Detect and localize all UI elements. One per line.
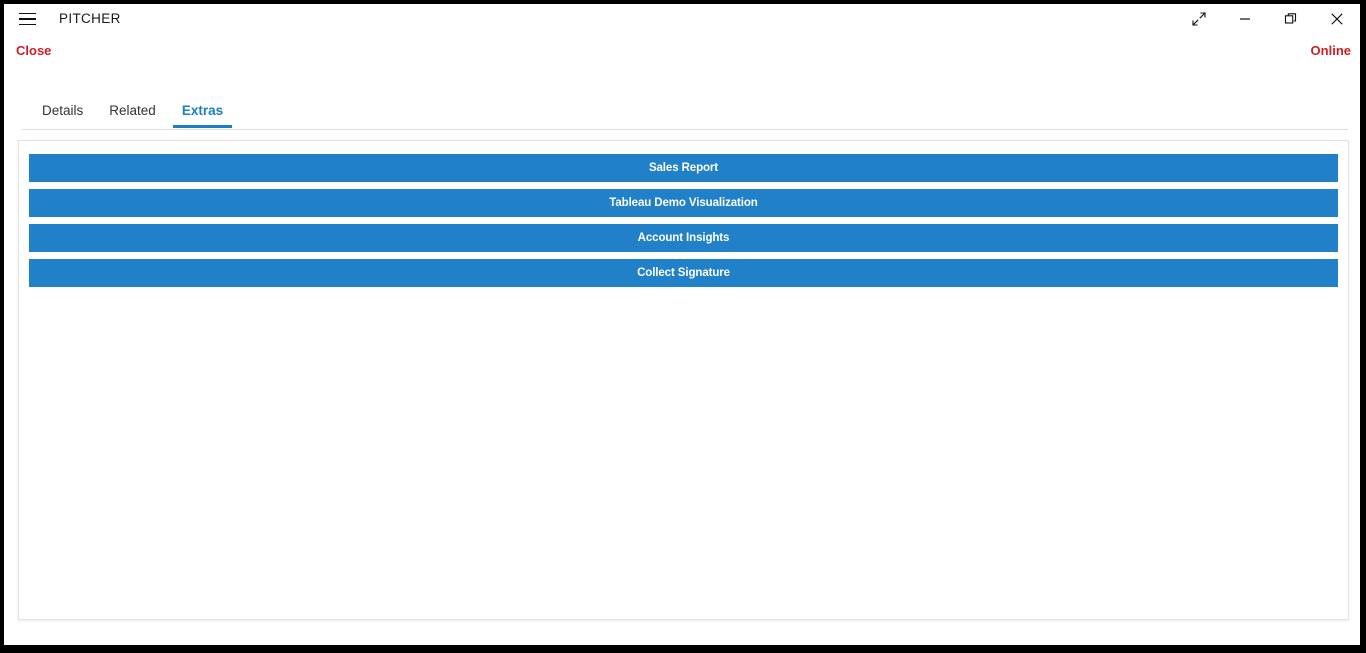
hamburger-line-middle [19, 18, 36, 20]
hamburger-line-top [19, 13, 36, 15]
hamburger-line-bottom [19, 24, 36, 26]
expand-window-button[interactable] [1176, 4, 1222, 34]
close-window-button[interactable] [1314, 4, 1360, 34]
close-link[interactable]: Close [16, 34, 51, 68]
title-bar: PITCHER [4, 4, 1360, 34]
tableau-demo-visualization-button[interactable]: Tableau Demo Visualization [29, 189, 1338, 217]
close-x-icon [1330, 12, 1344, 26]
extras-content-card: Sales Report Tableau Demo Visualization … [18, 140, 1349, 620]
tab-details[interactable]: Details [29, 94, 96, 128]
hamburger-menu-icon[interactable] [13, 7, 41, 31]
action-button-list: Sales Report Tableau Demo Visualization … [29, 154, 1338, 287]
tab-divider [22, 129, 1348, 130]
tab-related[interactable]: Related [96, 94, 169, 128]
collect-signature-button[interactable]: Collect Signature [29, 259, 1338, 287]
tab-extras[interactable]: Extras [169, 94, 236, 128]
minimize-dash-icon [1238, 12, 1252, 26]
tab-strip: Details Related Extras [4, 94, 1360, 130]
application-window-frame: PITCHER [0, 0, 1366, 653]
window-controls [1176, 4, 1360, 34]
account-insights-button[interactable]: Account Insights [29, 224, 1338, 252]
app-title: PITCHER [59, 4, 121, 34]
restore-window-button[interactable] [1268, 4, 1314, 34]
minimize-window-button[interactable] [1222, 4, 1268, 34]
status-badge-online[interactable]: Online [1311, 34, 1351, 68]
application-window-body: PITCHER [4, 4, 1360, 645]
sales-report-button[interactable]: Sales Report [29, 154, 1338, 182]
diagonal-arrows-expand-icon [1192, 12, 1206, 26]
restore-windows-icon [1284, 12, 1298, 26]
sub-action-bar: Close Online [4, 34, 1360, 68]
